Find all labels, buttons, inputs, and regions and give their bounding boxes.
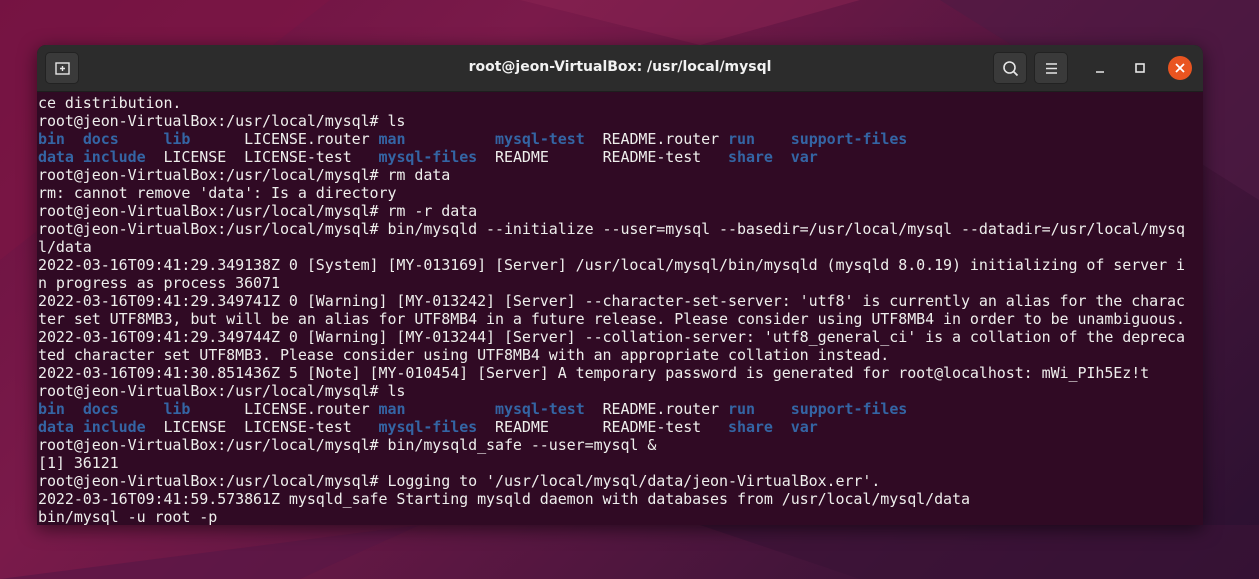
terminal-line: 2022-03-16T09:41:59.573861Z mysqld_safe … [38,490,970,508]
close-icon [1175,63,1185,73]
search-button[interactable] [993,52,1027,84]
ls-entry: mysql-test [495,130,585,148]
terminal-line: root@jeon-VirtualBox:/usr/local/mysql# l… [38,112,406,130]
window-title: root@jeon-VirtualBox: /usr/local/mysql [468,59,772,75]
ls-entry: include [82,418,146,436]
terminal-line: root@jeon-VirtualBox:/usr/local/mysql# r… [38,202,478,220]
ls-entry: LICENSE.router [244,400,370,418]
ls-entry: var [790,418,818,436]
terminal-line: root@jeon-VirtualBox:/usr/local/mysql# b… [38,220,1185,238]
ls-entry: mysql-files [378,148,478,166]
minimize-icon [1096,71,1104,73]
hamburger-menu-icon [1046,63,1057,74]
terminal-line: root@jeon-VirtualBox:/usr/local/mysql# b… [38,436,657,454]
terminal-line: 2022-03-16T09:41:29.349741Z 0 [Warning] … [38,292,1185,310]
terminal-window: root@jeon-VirtualBox: /usr/local/mysql c… [37,45,1203,525]
ls-entry: share [728,418,773,436]
ls-entry: LICENSE [163,418,227,436]
ls-entry: README.router [602,400,720,418]
terminal-line: [1] 36121 [38,454,119,472]
terminal-line: n progress as process 36071 [38,274,280,292]
new-tab-icon [55,62,70,75]
ls-entry: support-files [790,130,908,148]
ls-entry: mysql-files [378,418,478,436]
terminal-line: 2022-03-16T09:41:30.851436Z 5 [Note] [MY… [38,364,1150,382]
maximize-icon [1135,63,1145,73]
terminal-line: bin/mysql -u root -p [38,508,218,525]
ls-output-row: data include LICENSE LICENSE-test mysql-… [38,418,818,436]
ls-entry: data [38,148,74,166]
ls-entry: run [728,130,755,148]
ls-entry: LICENSE [163,148,227,166]
ls-entry: LICENSE-test [244,418,352,436]
ls-entry: LICENSE.router [244,130,370,148]
terminal-line: root@jeon-VirtualBox:/usr/local/mysql# L… [38,472,881,490]
new-tab-button[interactable] [45,52,79,84]
ls-entry: lib [163,400,191,418]
terminal-line: root@jeon-VirtualBox:/usr/local/mysql# l… [38,382,406,400]
terminal-line: ted character set UTF8MB3. Please consid… [38,346,890,364]
ls-entry: README-test [602,418,702,436]
ls-entry: share [728,148,773,166]
terminal-line: rm: cannot remove 'data': Is a directory [38,184,397,202]
ls-entry: data [38,418,74,436]
ls-entry: bin [38,130,65,148]
ls-entry: LICENSE-test [244,148,352,166]
ls-entry: README [495,418,549,436]
ls-entry: bin [38,400,65,418]
ls-output-row: data include LICENSE LICENSE-test mysql-… [38,148,818,166]
terminal-line: ter set UTF8MB3, but will be an alias fo… [38,310,1185,328]
ls-entry: README-test [602,148,702,166]
close-button[interactable] [1168,56,1192,80]
minimize-button[interactable] [1088,56,1112,80]
maximize-button[interactable] [1128,56,1152,80]
search-icon [1003,61,1019,77]
menu-button[interactable] [1034,52,1068,84]
terminal-line: l/data [38,238,92,256]
terminal-line: ce distribution. [38,94,182,112]
ls-entry: man [378,400,406,418]
terminal-line: 2022-03-16T09:41:29.349138Z 0 [System] [… [38,256,1185,274]
ls-entry: docs [82,130,119,148]
ls-entry: lib [163,130,191,148]
titlebar: root@jeon-VirtualBox: /usr/local/mysql [37,45,1203,92]
ls-entry: var [790,148,818,166]
ls-entry: support-files [790,400,908,418]
terminal-text: ce distribution. root@jeon-VirtualBox:/u… [38,94,1185,525]
ls-entry: docs [82,400,119,418]
terminal-line: root@jeon-VirtualBox:/usr/local/mysql# r… [38,166,451,184]
ls-output-row: bin docs lib LICENSE.router man mysql-te… [38,400,907,418]
ls-entry: README [495,148,549,166]
terminal-line: 2022-03-16T09:41:29.349744Z 0 [Warning] … [38,328,1185,346]
ls-entry: man [378,130,406,148]
ls-entry: run [728,400,755,418]
ls-entry: include [82,148,146,166]
ls-entry: README.router [602,130,720,148]
terminal-output[interactable]: ce distribution. root@jeon-VirtualBox:/u… [37,92,1203,525]
ls-output-row: bin docs lib LICENSE.router man mysql-te… [38,130,907,148]
ls-entry: mysql-test [495,400,585,418]
